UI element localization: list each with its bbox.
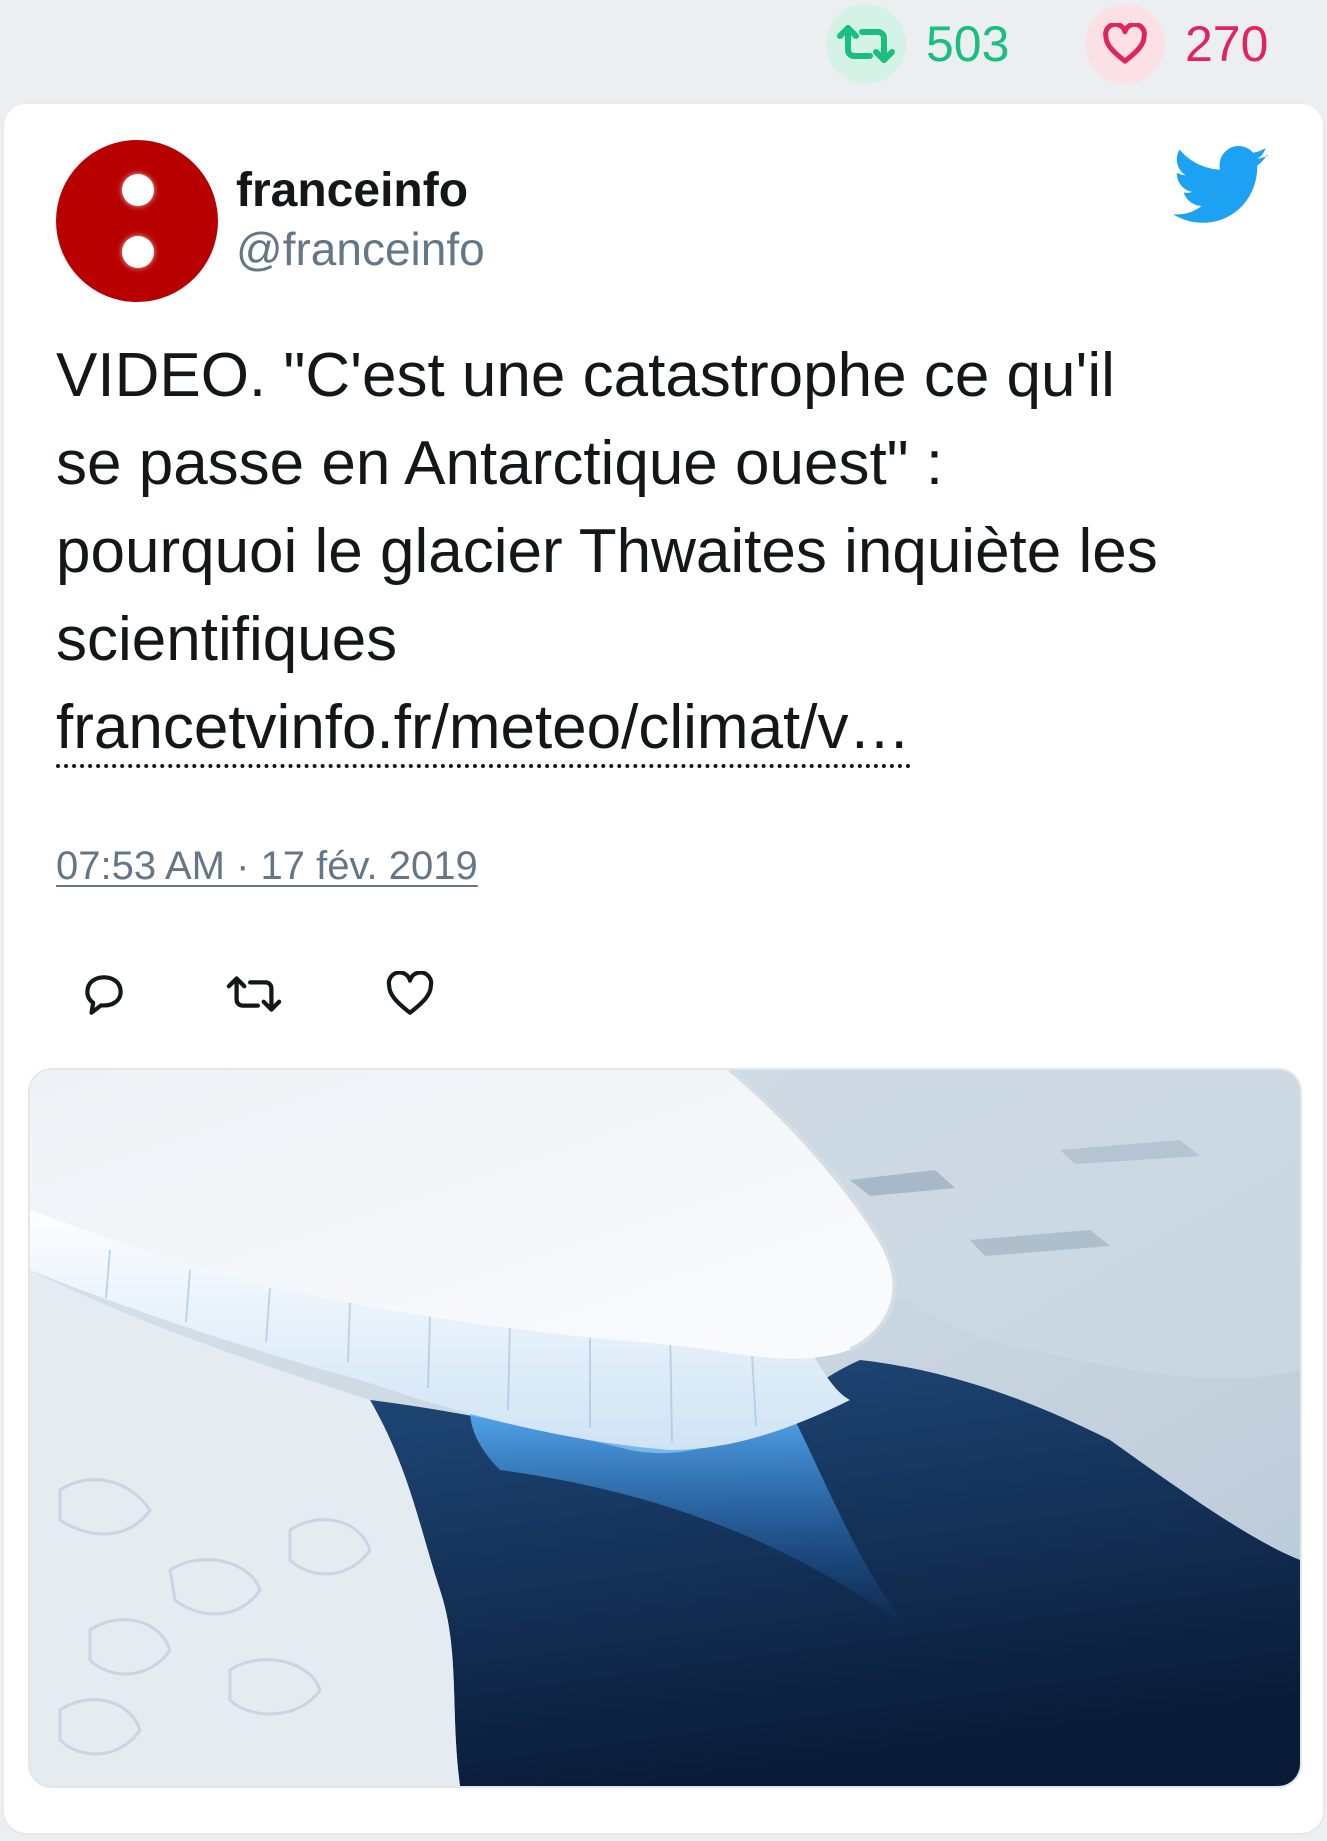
like-count: 270 — [1185, 16, 1269, 72]
avatar[interactable] — [56, 140, 218, 302]
avatar-logo-dot-top — [122, 174, 154, 206]
tweet-card: franceinfo @franceinfo VIDEO. "C'est une… — [4, 104, 1323, 1833]
tweet-text-line: se passe en Antarctique ouest" : — [56, 429, 944, 498]
reply-button[interactable] — [74, 964, 134, 1024]
heart-icon — [1085, 4, 1165, 84]
tweet-text-line: VIDEO. "C'est une catastrophe ce qu'il — [56, 341, 1115, 410]
tweet-text-line: scientifiques — [56, 605, 398, 674]
retweet-icon — [826, 4, 906, 84]
author-handle[interactable]: @franceinfo — [236, 222, 485, 277]
author-name[interactable]: franceinfo — [236, 162, 468, 220]
avatar-logo-dot-bottom — [122, 236, 154, 268]
glacier-photo — [30, 1070, 1300, 1786]
retweet-count-stat[interactable]: 503 — [826, 4, 1010, 84]
engagement-stats: 503 270 — [0, 0, 1327, 100]
twitter-bird-icon[interactable] — [1172, 146, 1270, 226]
like-count-stat[interactable]: 270 — [1085, 4, 1269, 84]
retweet-icon — [226, 976, 282, 1012]
tweet-timestamp[interactable]: 07:53 AM · 17 fév. 2019 — [56, 842, 478, 890]
retweet-button[interactable] — [224, 964, 284, 1024]
tweet-text: VIDEO. "C'est une catastrophe ce qu'il s… — [56, 332, 1276, 772]
tweet-media-image[interactable] — [28, 1068, 1302, 1788]
tweet-link[interactable]: francetvinfo.fr/meteo/climat/v… — [56, 692, 911, 768]
heart-icon — [386, 971, 434, 1015]
retweet-count: 503 — [926, 16, 1010, 72]
tweet-text-line: pourquoi le glacier Thwaites inquiète le… — [56, 517, 1158, 586]
reply-icon — [85, 975, 123, 1015]
like-button[interactable] — [380, 964, 440, 1024]
